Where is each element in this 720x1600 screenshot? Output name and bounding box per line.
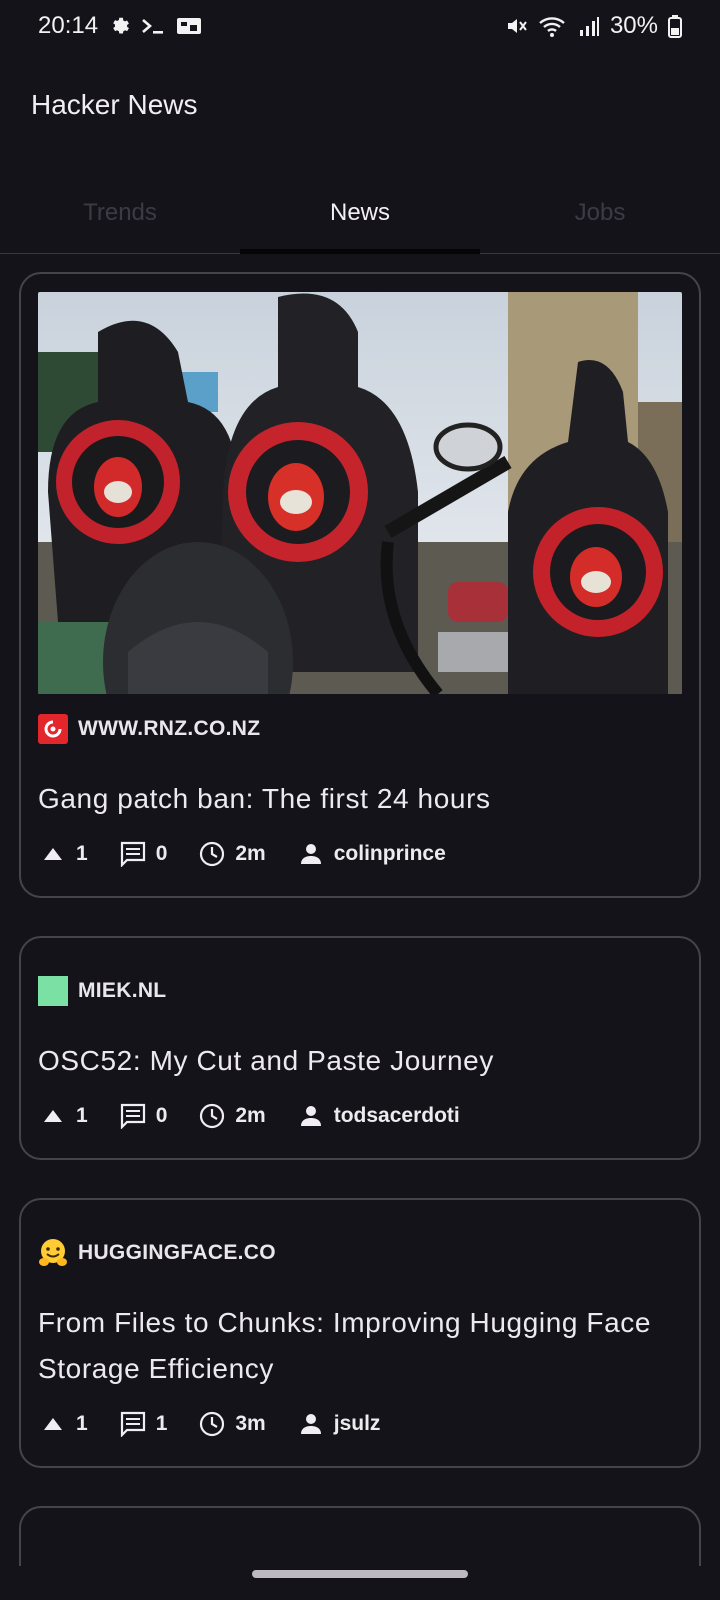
age-value: 3m [235,1412,266,1435]
upvote-count[interactable]: 1 [38,839,88,869]
green-square-icon [38,976,68,1006]
rnz-logo-icon [38,714,68,744]
comment-count[interactable]: 1 [118,1409,168,1439]
battery-percent: 30% [609,12,658,39]
story-image[interactable] [38,292,682,694]
source-row: MIEK.NL [38,974,682,1008]
comment-icon [118,1409,148,1439]
wifi-icon [538,14,568,38]
mute-icon [504,14,528,38]
story-age: 3m [197,1409,266,1439]
terminal-icon [140,15,166,37]
story-age: 2m [197,1101,266,1131]
comment-count[interactable]: 0 [118,839,168,869]
story-age: 2m [197,839,266,869]
status-left: 20:14 [38,12,202,40]
upvote-icon [38,1409,68,1439]
clock-icon [197,839,227,869]
upvote-icon [38,839,68,869]
home-indicator[interactable] [252,1570,468,1578]
person-icon [296,1409,326,1439]
comment-icon [118,839,148,869]
status-bar: 20:14 30% [0,0,720,52]
upvote-count[interactable]: 1 [38,1101,88,1131]
author-value: jsulz [333,1412,381,1435]
age-value: 2m [235,842,266,865]
points-value: 1 [76,842,88,865]
person-icon [296,839,326,869]
tab-news[interactable]: News [240,172,480,254]
story-title[interactable]: From Files to Chunks: Improving Hugging … [38,1300,682,1392]
story-card[interactable]: WWW.RNZ.CO.NZ Gang patch ban: The first … [19,272,701,898]
story-author[interactable]: colinprince [296,839,446,869]
comments-value: 0 [155,842,168,865]
story-author[interactable]: todsacerdoti [296,1101,460,1131]
source-domain[interactable]: HUGGINGFACE.CO [78,1241,276,1265]
story-card[interactable]: HUGGINGFACE.CO From Files to Chunks: Imp… [19,1198,701,1468]
clock: 20:14 [38,12,99,39]
tab-trends[interactable]: Trends [0,172,240,253]
comments-value: 1 [155,1412,168,1435]
story-title[interactable]: Gang patch ban: The first 24 hours [38,776,682,822]
story-title[interactable]: OSC52: My Cut and Paste Journey [38,1038,682,1084]
age-value: 2m [235,1104,266,1127]
clock-icon [197,1101,227,1131]
upvote-count[interactable]: 1 [38,1409,88,1439]
story-card-partial[interactable] [19,1506,701,1566]
source-domain[interactable]: MIEK.NL [78,979,166,1003]
story-meta: 1 0 2m todsacerdoti [38,1096,682,1136]
source-domain[interactable]: WWW.RNZ.CO.NZ [78,717,260,741]
comment-icon [118,1101,148,1131]
story-author[interactable]: jsulz [296,1409,381,1439]
clock-icon [197,1409,227,1439]
story-meta: 1 0 2m colinprince [38,834,682,874]
app-title: Hacker News [31,89,198,120]
author-value: todsacerdoti [333,1104,460,1127]
source-row: WWW.RNZ.CO.NZ [38,712,682,746]
person-icon [296,1101,326,1131]
story-meta: 1 1 3m jsulz [38,1404,682,1444]
tag-icon [176,15,202,37]
hugging-face-icon [38,1238,68,1268]
tab-bar: Trends News Jobs [0,172,720,254]
tab-jobs[interactable]: Jobs [480,172,720,253]
gear-icon [108,15,130,37]
status-right: 30% [504,12,682,40]
points-value: 1 [76,1104,88,1127]
battery-icon [668,14,682,38]
signal-icon [578,15,600,37]
upvote-icon [38,1101,68,1131]
comments-value: 0 [155,1104,168,1127]
comment-count[interactable]: 0 [118,1101,168,1131]
author-value: colinprince [333,842,446,865]
points-value: 1 [76,1412,88,1435]
story-feed[interactable]: WWW.RNZ.CO.NZ Gang patch ban: The first … [19,272,701,1600]
story-card[interactable]: MIEK.NL OSC52: My Cut and Paste Journey … [19,936,701,1160]
source-row: HUGGINGFACE.CO [38,1236,682,1270]
